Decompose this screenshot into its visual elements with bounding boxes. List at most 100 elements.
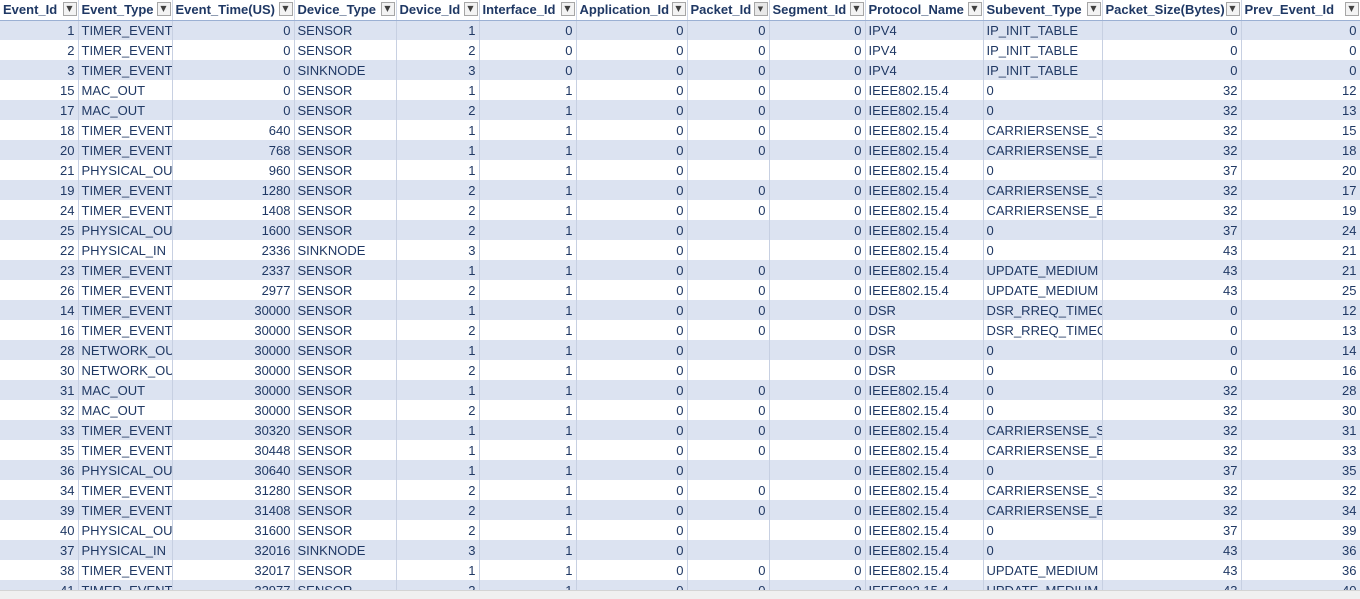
cell-interface-id[interactable]: 1 xyxy=(479,320,577,340)
cell-event-time-us[interactable]: 0 xyxy=(172,60,295,80)
cell-event-type[interactable]: MAC_OUT xyxy=(78,100,173,120)
cell-event-time-us[interactable]: 30000 xyxy=(172,360,295,380)
cell-protocol-name[interactable]: IEEE802.15.4 xyxy=(865,180,984,200)
cell-interface-id[interactable]: 1 xyxy=(479,560,577,580)
cell-application-id[interactable]: 0 xyxy=(576,160,688,180)
cell-packet-size-bytes[interactable]: 37 xyxy=(1102,520,1242,540)
cell-device-id[interactable]: 1 xyxy=(396,140,480,160)
cell-device-type[interactable]: SENSOR xyxy=(294,420,397,440)
cell-prev-event-id[interactable]: 24 xyxy=(1241,220,1360,240)
cell-packet-id[interactable]: 0 xyxy=(687,100,770,120)
cell-prev-event-id[interactable]: 21 xyxy=(1241,260,1360,280)
table-row[interactable]: 3 TIMER_EVENT 0 SINKNODE 3 0 0 0 0 IPV4 IP_INIT_TA… xyxy=(0,60,1360,80)
cell-subevent-type[interactable]: 0 xyxy=(983,380,1103,400)
column-header-device-id[interactable]: Device_Id ▼ xyxy=(396,0,480,21)
cell-packet-id[interactable]: 0 xyxy=(687,300,770,320)
cell-event-time-us[interactable]: 0 xyxy=(172,40,295,60)
cell-event-time-us[interactable]: 960 xyxy=(172,160,295,180)
cell-event-id[interactable]: 40 xyxy=(0,520,79,540)
horizontal-scrollbar[interactable] xyxy=(0,590,1360,599)
cell-interface-id[interactable]: 1 xyxy=(479,500,577,520)
cell-event-type[interactable]: NETWORK_OUT xyxy=(78,360,173,380)
cell-event-type[interactable]: TIMER_EVENT xyxy=(78,440,173,460)
cell-segment-id[interactable]: 0 xyxy=(769,360,866,380)
cell-protocol-name[interactable]: DSR xyxy=(865,320,984,340)
cell-event-type[interactable]: TIMER_EVENT xyxy=(78,300,173,320)
cell-subevent-type[interactable]: IP_INIT_TABLE xyxy=(983,40,1103,60)
column-header-application-id[interactable]: Application_Id ▼ xyxy=(576,0,688,21)
cell-packet-id[interactable]: 0 xyxy=(687,500,770,520)
cell-packet-size-bytes[interactable]: 0 xyxy=(1102,320,1242,340)
cell-device-type[interactable]: SENSOR xyxy=(294,500,397,520)
cell-event-time-us[interactable]: 32016 xyxy=(172,540,295,560)
cell-event-time-us[interactable]: 2977 xyxy=(172,280,295,300)
cell-event-time-us[interactable]: 1600 xyxy=(172,220,295,240)
cell-packet-id[interactable] xyxy=(687,220,770,240)
cell-event-id[interactable]: 33 xyxy=(0,420,79,440)
cell-prev-event-id[interactable]: 20 xyxy=(1241,160,1360,180)
filter-dropdown-icon[interactable]: ▼ xyxy=(671,2,686,16)
cell-device-id[interactable]: 3 xyxy=(396,240,480,260)
cell-interface-id[interactable]: 1 xyxy=(479,200,577,220)
cell-subevent-type[interactable]: CARRIERSENSE_EN xyxy=(983,440,1103,460)
cell-device-type[interactable]: SINKNODE xyxy=(294,240,397,260)
cell-protocol-name[interactable]: IEEE802.15.4 xyxy=(865,500,984,520)
cell-event-id[interactable]: 31 xyxy=(0,380,79,400)
cell-application-id[interactable]: 0 xyxy=(576,240,688,260)
cell-packet-size-bytes[interactable]: 37 xyxy=(1102,160,1242,180)
cell-prev-event-id[interactable]: 17 xyxy=(1241,180,1360,200)
cell-prev-event-id[interactable]: 34 xyxy=(1241,500,1360,520)
cell-subevent-type[interactable]: 0 xyxy=(983,340,1103,360)
filter-dropdown-icon[interactable]: ▼ xyxy=(1086,2,1101,16)
cell-device-type[interactable]: SENSOR xyxy=(294,340,397,360)
cell-event-time-us[interactable]: 2336 xyxy=(172,240,295,260)
cell-event-type[interactable]: TIMER_EVENT xyxy=(78,20,173,40)
cell-event-time-us[interactable]: 30640 xyxy=(172,460,295,480)
cell-device-type[interactable]: SENSOR xyxy=(294,520,397,540)
cell-packet-id[interactable]: 0 xyxy=(687,380,770,400)
cell-protocol-name[interactable]: IEEE802.15.4 xyxy=(865,460,984,480)
column-header-device-type[interactable]: Device_Type ▼ xyxy=(294,0,397,21)
cell-device-type[interactable]: SENSOR xyxy=(294,480,397,500)
cell-prev-event-id[interactable]: 35 xyxy=(1241,460,1360,480)
cell-device-id[interactable]: 2 xyxy=(396,480,480,500)
cell-subevent-type[interactable]: IP_INIT_TABLE xyxy=(983,20,1103,40)
cell-interface-id[interactable]: 0 xyxy=(479,60,577,80)
cell-segment-id[interactable]: 0 xyxy=(769,520,866,540)
cell-device-id[interactable]: 2 xyxy=(396,100,480,120)
cell-subevent-type[interactable]: DSR_RREQ_TIMEOU xyxy=(983,320,1103,340)
cell-device-type[interactable]: SENSOR xyxy=(294,200,397,220)
table-row[interactable]: 32 MAC_OUT 30000 SENSOR 2 1 0 0 0 IEEE802.15.4 0 32… xyxy=(0,400,1360,420)
cell-event-id[interactable]: 26 xyxy=(0,280,79,300)
cell-segment-id[interactable]: 0 xyxy=(769,500,866,520)
cell-interface-id[interactable]: 1 xyxy=(479,160,577,180)
cell-device-type[interactable]: SENSOR xyxy=(294,260,397,280)
cell-event-type[interactable]: TIMER_EVENT xyxy=(78,140,173,160)
cell-event-time-us[interactable]: 31408 xyxy=(172,500,295,520)
cell-segment-id[interactable]: 0 xyxy=(769,100,866,120)
cell-packet-id[interactable]: 0 xyxy=(687,560,770,580)
filter-dropdown-icon[interactable]: ▼ xyxy=(156,2,171,16)
cell-application-id[interactable]: 0 xyxy=(576,360,688,380)
cell-event-time-us[interactable]: 30320 xyxy=(172,420,295,440)
cell-protocol-name[interactable]: IEEE802.15.4 xyxy=(865,100,984,120)
cell-packet-size-bytes[interactable]: 37 xyxy=(1102,220,1242,240)
cell-packet-size-bytes[interactable]: 0 xyxy=(1102,300,1242,320)
cell-event-type[interactable]: PHYSICAL_IN xyxy=(78,540,173,560)
cell-device-type[interactable]: SENSOR xyxy=(294,140,397,160)
cell-prev-event-id[interactable]: 12 xyxy=(1241,300,1360,320)
table-row[interactable]: 1 TIMER_EVENT 0 SENSOR 1 0 0 0 0 IPV4 IP_INIT_TABL… xyxy=(0,20,1360,40)
cell-application-id[interactable]: 0 xyxy=(576,380,688,400)
cell-event-id[interactable]: 2 xyxy=(0,40,79,60)
cell-subevent-type[interactable]: CARRIERSENSE_STA xyxy=(983,480,1103,500)
cell-packet-id[interactable]: 0 xyxy=(687,260,770,280)
cell-interface-id[interactable]: 1 xyxy=(479,140,577,160)
cell-packet-size-bytes[interactable]: 43 xyxy=(1102,240,1242,260)
filter-dropdown-icon[interactable]: ▼ xyxy=(62,2,77,16)
cell-device-type[interactable]: SENSOR xyxy=(294,80,397,100)
cell-protocol-name[interactable]: IEEE802.15.4 xyxy=(865,220,984,240)
cell-packet-size-bytes[interactable]: 32 xyxy=(1102,480,1242,500)
cell-event-type[interactable]: TIMER_EVENT xyxy=(78,260,173,280)
cell-subevent-type[interactable]: UPDATE_MEDIUM xyxy=(983,560,1103,580)
cell-interface-id[interactable]: 1 xyxy=(479,100,577,120)
